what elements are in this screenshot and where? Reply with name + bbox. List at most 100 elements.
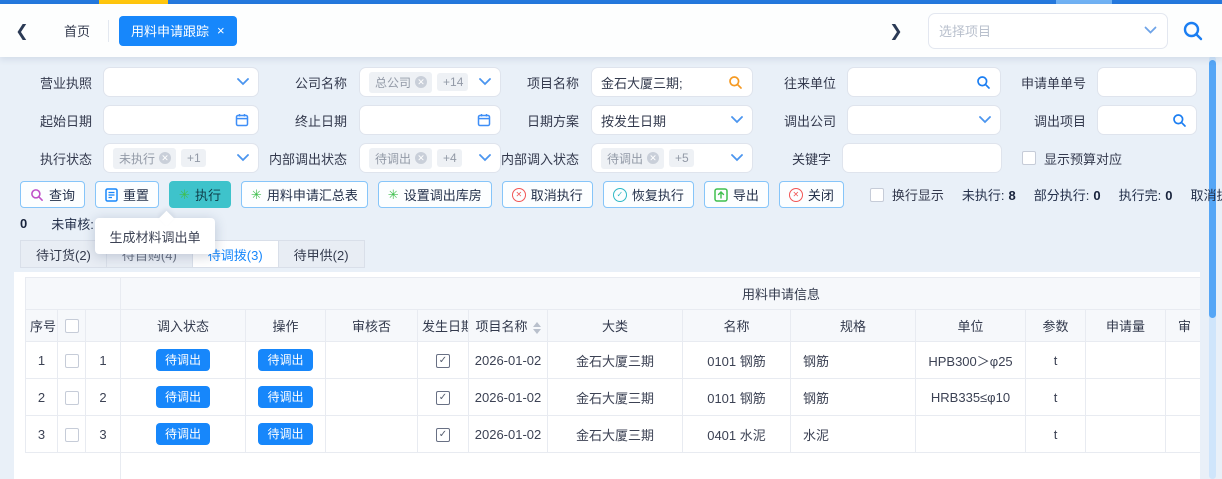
execution-status-select[interactable]: 未执行✕ +1 <box>103 143 259 173</box>
tab-home[interactable]: 首页 <box>50 21 104 40</box>
row-select-checkbox[interactable] <box>65 428 79 442</box>
project-name-value: 金石大厦三期; <box>601 73 728 92</box>
operation-badge[interactable]: 待调出 <box>258 423 312 445</box>
internal-in-status-select[interactable]: 待调出✕ +5 <box>591 143 753 173</box>
tab-pending-owner-supply[interactable]: 待甲供(2) <box>278 240 365 268</box>
tab-pending-order[interactable]: 待订货(2) <box>20 240 107 268</box>
cell-category: 金石大厦三期 <box>548 379 683 416</box>
internal-out-status-label: 内部调出状态 <box>259 149 347 168</box>
row-select-checkbox[interactable] <box>65 391 79 405</box>
cell-audited <box>326 416 418 453</box>
remove-tag-icon[interactable]: ✕ <box>415 76 427 88</box>
calendar-icon <box>477 113 491 127</box>
material-table: 用料申请信息序号调入状态操作审核否发生日期项目名称大类名称规格单位参数申请量审1… <box>25 277 1200 453</box>
cell-audited <box>326 342 418 379</box>
start-date-label: 起始日期 <box>14 111 92 130</box>
table-row: 33待调出待调出✓2026-01-02金石大厦三期0401 水泥水泥t <box>26 416 1201 453</box>
export-button[interactable]: 导出 <box>704 181 769 208</box>
search-icon <box>30 188 44 202</box>
tooltip-text: 生成材料调出单 <box>109 227 200 246</box>
cell-seq: 2 <box>26 379 58 416</box>
cell-name: 0101 钢筋 <box>683 342 791 379</box>
selected-tag: 待调出✕ <box>601 148 664 169</box>
col-header-project-name[interactable]: 项目名称 <box>469 310 548 342</box>
cell-apply-qty <box>1086 379 1166 416</box>
stat-cancelled-value: 0 <box>20 216 27 231</box>
cancel-execution-button[interactable]: ✕ 取消执行 <box>502 181 593 208</box>
remove-tag-icon[interactable]: ✕ <box>647 152 659 164</box>
col-header-unit: 单位 <box>916 310 1026 342</box>
col-header-apply-qty: 申请量 <box>1086 310 1166 342</box>
trading-unit-input[interactable] <box>847 67 1001 97</box>
show-budget-checkbox[interactable] <box>1022 151 1036 165</box>
date-scheme-select[interactable]: 按发生日期 <box>591 105 753 135</box>
search-icon[interactable] <box>1172 113 1187 128</box>
checked-checkbox[interactable]: ✓ <box>436 391 450 405</box>
end-date-input[interactable] <box>359 105 501 135</box>
transfer-in-status-badge[interactable]: 待调出 <box>156 349 210 371</box>
business-license-select[interactable] <box>103 67 259 97</box>
cell-name: 0401 水泥 <box>683 416 791 453</box>
wrap-display-label: 换行显示 <box>892 185 944 204</box>
cell-project-name: 2026-01-02 <box>469 379 548 416</box>
end-date-label: 终止日期 <box>259 111 347 130</box>
circle-x-icon: ✕ <box>512 188 526 202</box>
cell-param: t <box>1026 342 1086 379</box>
stat-not-executed: 未执行:8 <box>962 185 1016 204</box>
checked-checkbox[interactable]: ✓ <box>436 428 450 442</box>
chevron-down-icon <box>237 78 249 86</box>
col-header-row-index <box>86 310 121 342</box>
transfer-in-status-badge[interactable]: 待调出 <box>156 423 210 445</box>
transfer-out-company-select[interactable] <box>847 105 1001 135</box>
row-select-checkbox[interactable] <box>65 354 79 368</box>
cell-audited <box>326 379 418 416</box>
company-name-select[interactable]: 总公司✕ +14 <box>359 67 501 97</box>
application-no-input[interactable] <box>1097 67 1197 97</box>
tab-label: 用料申请跟踪 <box>131 21 209 40</box>
cell-row-index: 1 <box>86 342 121 379</box>
remove-tag-icon[interactable]: ✕ <box>159 152 171 164</box>
transfer-out-project-label: 调出项目 <box>1001 111 1086 130</box>
operation-badge[interactable]: 待调出 <box>258 349 312 371</box>
select-all-checkbox[interactable] <box>65 319 79 333</box>
cell-param: t <box>1026 379 1086 416</box>
circle-check-icon: ✓ <box>613 188 627 202</box>
tab-material-request-tracking[interactable]: 用料申请跟踪 × <box>119 16 237 46</box>
project-name-input[interactable]: 金石大厦三期; <box>591 67 753 97</box>
cell-apply-qty <box>1086 416 1166 453</box>
col-header-category: 大类 <box>548 310 683 342</box>
start-date-input[interactable] <box>103 105 259 135</box>
show-budget-label: 显示预算对应 <box>1044 149 1122 168</box>
query-button[interactable]: 查询 <box>20 181 85 208</box>
material-request-summary-button[interactable]: ✳ 用料申请汇总表 <box>241 181 368 208</box>
asterisk-icon: ✳ <box>388 188 399 201</box>
search-icon[interactable] <box>728 75 743 90</box>
wrap-display-checkbox[interactable] <box>870 188 884 202</box>
sort-icon[interactable] <box>533 322 541 334</box>
cell-unit: HPB300＞φ25 <box>916 342 1026 379</box>
tabs-scroll-right-icon[interactable]: ❯ <box>886 21 906 41</box>
global-search-icon[interactable] <box>1182 20 1204 42</box>
internal-out-status-select[interactable]: 待调出✕ +4 <box>359 143 501 173</box>
execute-button[interactable]: ✳ 执行 <box>169 181 231 208</box>
tabs-scroll-left-icon[interactable]: ❮ <box>12 21 32 41</box>
reset-button[interactable]: 重置 <box>95 181 159 208</box>
table-row: 11待调出待调出✓2026-01-02金石大厦三期0101 钢筋钢筋HPB300… <box>26 342 1201 379</box>
set-outbound-warehouse-button[interactable]: ✳ 设置调出库房 <box>378 181 492 208</box>
transfer-out-project-input[interactable] <box>1097 105 1197 135</box>
search-icon[interactable] <box>976 75 991 90</box>
col-header-audit: 审 <box>1166 310 1201 342</box>
close-button[interactable]: ✕ 关闭 <box>779 181 844 208</box>
keyword-input[interactable] <box>842 143 1002 173</box>
chevron-down-icon <box>731 116 743 124</box>
remove-tag-icon[interactable]: ✕ <box>415 152 427 164</box>
cell-occur-date: ✓ <box>418 342 469 379</box>
project-select-input[interactable]: 选择项目 <box>928 13 1168 49</box>
cell-row-index: 3 <box>86 416 121 453</box>
reset-icon <box>105 188 118 202</box>
resume-execution-button[interactable]: ✓ 恢复执行 <box>603 181 694 208</box>
close-tab-icon[interactable]: × <box>217 23 225 38</box>
operation-badge[interactable]: 待调出 <box>258 386 312 408</box>
transfer-in-status-badge[interactable]: 待调出 <box>156 386 210 408</box>
checked-checkbox[interactable]: ✓ <box>436 354 450 368</box>
